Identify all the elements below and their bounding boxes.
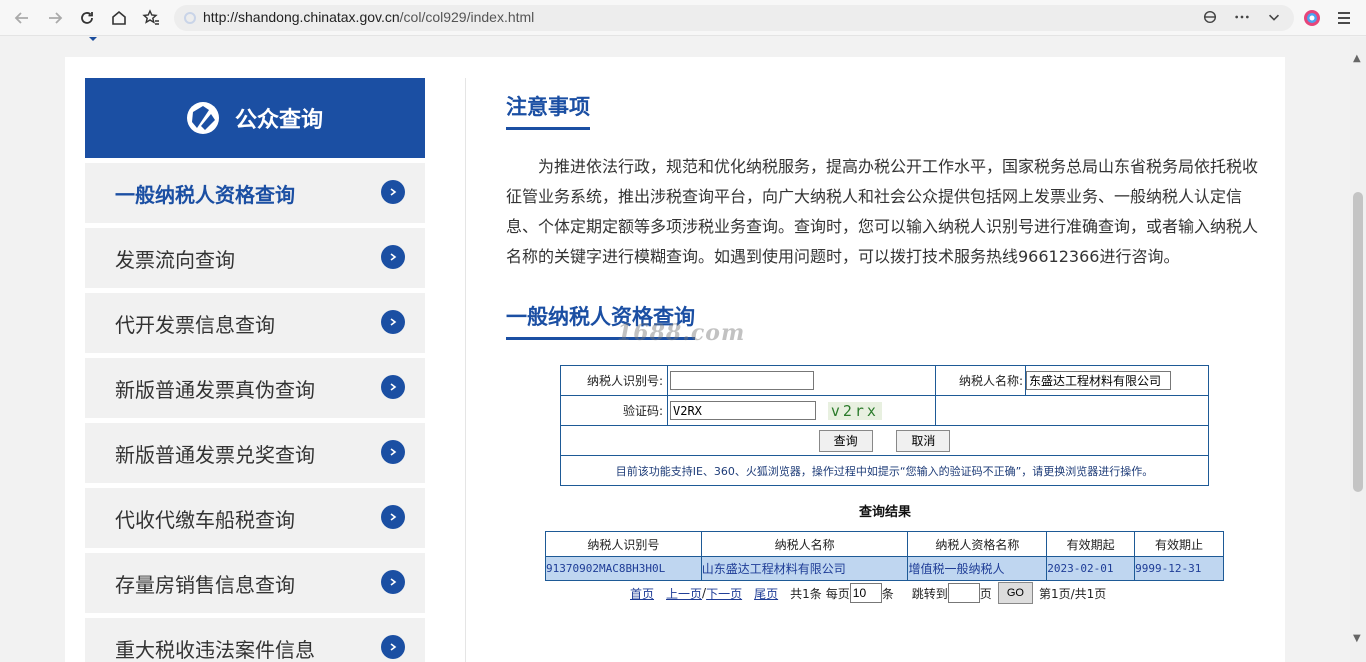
extension-icon[interactable] [1300,6,1324,30]
cell-valid-from: 2023-02-01 [1046,556,1136,581]
jump-page-input[interactable] [947,583,980,603]
back-icon[interactable] [10,6,34,30]
chevron-right-icon [381,440,405,464]
captcha-label: 验证码: [560,395,668,426]
col-qualification: 纳税人资格名称 [907,531,1048,557]
scroll-down-icon[interactable]: ▼ [1353,633,1361,644]
col-valid-from: 有效期起 [1046,531,1136,557]
results-title: 查询结果 [858,505,911,520]
per-page-label: 每页 [825,586,850,601]
sidebar-item-label: 新版普通发票兑奖查询 [115,442,315,467]
scrollbar-thumb[interactable] [1353,192,1363,492]
name-input[interactable] [1026,371,1171,390]
sidebar-title: 公众查询 [234,108,323,133]
chevron-right-icon [381,570,405,594]
chevron-right-icon [381,245,405,269]
empty-cell [935,395,1209,426]
taxid-label: 纳税人识别号: [560,365,668,396]
chevron-down-icon[interactable] [1262,5,1286,29]
jump-unit: 页 [979,586,992,601]
cell-name: 山东盛达工程材料有限公司 [700,556,909,581]
more-icon[interactable] [1230,5,1254,29]
per-page-unit: 条 [881,586,894,601]
site-info-icon[interactable] [184,12,196,24]
favorites-icon[interactable] [139,6,163,30]
sidebar-header: 公众查询 [85,78,425,158]
notice-text: 为推进依法行政，规范和优化纳税服务，提高办税公开工作水平，国家税务总局山东省税务… [506,157,1259,266]
table-header-row: 纳税人识别号 纳税人名称 纳税人资格名称 有效期起 有效期止 [545,531,1224,557]
go-button[interactable]: GO [997,582,1033,604]
last-page-link[interactable]: 尾页 [754,585,778,602]
sidebar-item-invoice-authenticity[interactable]: 新版普通发票真伪查询 [85,358,425,418]
first-page-link[interactable]: 首页 [630,585,654,602]
captcha-image[interactable]: v2rx [827,402,882,420]
address-url: http://shandong.chinatax.gov.cn/col/col9… [203,9,535,25]
address-bar[interactable]: http://shandong.chinatax.gov.cn/col/col9… [174,5,1294,31]
results-table: 纳税人识别号 纳税人名称 纳税人资格名称 有效期起 有效期止 91370902M… [545,531,1224,581]
scroll-up-icon[interactable]: ▲ [1353,53,1361,64]
next-page-link[interactable]: 下一页 [706,585,742,602]
captcha-cell: v2rx [667,395,936,426]
content-container: 公众查询 一般纳税人资格查询 发票流向查询 代开发票信息查询 新版普通发票真伪查… [65,37,1285,662]
per-page-input[interactable] [849,583,882,603]
menu-icon[interactable] [1332,6,1356,30]
sidebar-item-label: 发票流向查询 [115,247,235,272]
col-valid-to: 有效期止 [1134,531,1224,557]
sidebar-item-label: 新版普通发票真伪查询 [115,377,315,402]
notice-title: 注意事项 [506,91,590,130]
tax-logo-icon [186,102,219,134]
column-divider [465,78,466,662]
sidebar-item-label: 代收代缴车船税查询 [115,507,295,532]
captcha-input[interactable] [670,401,816,420]
query-form: 纳税人识别号: 纳税人名称: 验证码: v2rx 查询 [560,365,1209,486]
dropdown-caret-icon [89,37,97,41]
sidebar-item-label: 重大税收违法案件信息 [115,637,315,662]
taxid-cell [667,365,936,396]
cancel-button[interactable]: 取消 [896,429,951,452]
total-count: 共1条 [790,586,822,601]
col-name: 纳税人名称 [700,531,909,557]
chevron-right-icon [381,310,405,334]
search-button[interactable]: 查询 [818,429,873,452]
button-row: 查询 取消 [560,425,1209,456]
page-scrollbar[interactable]: ▲ ▼ [1350,37,1366,662]
sidebar-item-vehicle-tax[interactable]: 代收代缴车船税查询 [85,488,425,548]
prev-page-link[interactable]: 上一页 [666,585,702,602]
chevron-right-icon [381,375,405,399]
cell-valid-to: 9999-12-31 [1134,556,1224,581]
cell-qualification: 增值税一般纳税人 [907,556,1048,581]
taxid-input[interactable] [670,371,814,390]
home-icon[interactable] [107,6,131,30]
refresh-icon[interactable] [75,6,99,30]
sidebar-item-invoice-flow[interactable]: 发票流向查询 [85,228,425,288]
sidebar-item-invoice-lottery[interactable]: 新版普通发票兑奖查询 [85,423,425,483]
sidebar-item-label: 代开发票信息查询 [115,312,275,337]
sidebar-item-general-taxpayer[interactable]: 一般纳税人资格查询 [85,163,425,223]
page-viewport: 公众查询 一般纳税人资格查询 发票流向查询 代开发票信息查询 新版普通发票真伪查… [0,37,1350,662]
ie-mode-icon[interactable] [1198,5,1222,29]
pagination: 首页 上一页 / 下一页 尾页 共1条 每页 条 跳转到 页 GO 第1页/共1… [630,582,1106,604]
chevron-right-icon [381,180,405,204]
name-label: 纳税人名称: [935,365,1026,396]
col-taxid: 纳税人识别号 [545,531,702,557]
sidebar-item-issued-invoice[interactable]: 代开发票信息查询 [85,293,425,353]
chevron-right-icon [381,505,405,529]
sidebar-item-housing-sales[interactable]: 存量房销售信息查询 [85,553,425,613]
page-status: 第1页/共1页 [1038,586,1107,601]
sidebar-item-label: 一般纳税人资格查询 [115,182,295,207]
watermark: 1688.com [617,320,746,346]
browser-hint: 目前该功能支持IE、360、火狐浏览器，操作过程中如提示“您输入的验证码不正确”… [560,455,1209,486]
sidebar-item-violation-cases[interactable]: 重大税收违法案件信息 [85,618,425,662]
cell-taxid: 91370902MAC8BH3H0L [545,556,702,581]
chevron-right-icon [381,635,405,659]
jump-label: 跳转到 [911,586,948,601]
name-cell [1025,365,1209,396]
sidebar-item-label: 存量房销售信息查询 [115,572,295,597]
table-row: 91370902MAC8BH3H0L 山东盛达工程材料有限公司 增值税一般纳税人… [545,556,1224,581]
forward-icon[interactable] [43,6,67,30]
browser-toolbar: http://shandong.chinatax.gov.cn/col/col9… [0,0,1366,36]
